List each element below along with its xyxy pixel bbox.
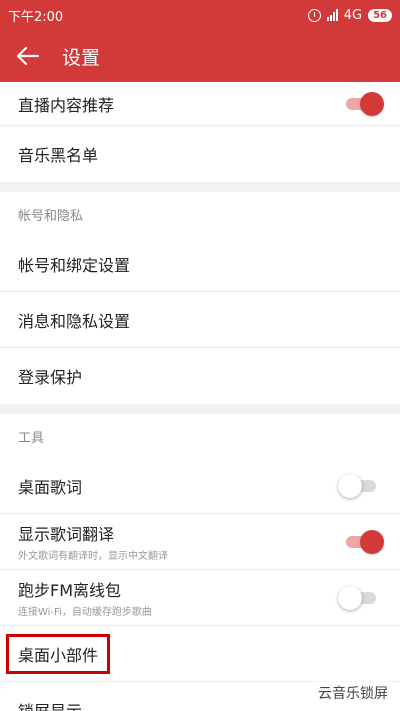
setting-desktop-lyrics[interactable]: 桌面歌词	[0, 458, 400, 514]
page-title: 设置	[62, 46, 101, 69]
back-arrow-icon[interactable]	[0, 30, 56, 82]
app-bar: 设置	[0, 30, 400, 82]
toggle-knob	[338, 585, 362, 610]
setting-lyrics-translation[interactable]: 显示歌词翻译 外文歌词有翻译时，显示中文翻译	[0, 514, 400, 570]
highlight-annotation-box	[6, 634, 110, 674]
desktop-lyrics-toggle[interactable]	[338, 473, 376, 498]
running-fm-toggle[interactable]	[338, 585, 376, 610]
setting-running-fm-offline[interactable]: 跑步FM离线包 连接Wi-Fi，自动缓存跑步歌曲	[0, 570, 400, 626]
setting-account-binding[interactable]: 帐号和绑定设置	[0, 236, 400, 292]
section-header-account: 帐号和隐私	[0, 192, 400, 236]
setting-description: 外文歌词有翻译时，显示中文翻译	[18, 551, 168, 562]
section-header-tools: 工具	[0, 414, 400, 458]
status-icons: 4G 56	[307, 7, 392, 23]
lyrics-translation-toggle[interactable]	[346, 529, 384, 554]
toggle-knob	[360, 91, 384, 116]
battery-icon: 56	[368, 8, 392, 22]
setting-music-blacklist[interactable]: 音乐黑名单	[0, 126, 400, 182]
live-recommendation-toggle[interactable]	[346, 91, 384, 116]
setting-login-protection[interactable]: 登录保护	[0, 348, 400, 404]
setting-label: 直播内容推荐	[18, 95, 115, 115]
section-divider	[0, 182, 400, 192]
setting-label: 音乐黑名单	[18, 146, 99, 165]
setting-label: 帐号和绑定设置	[18, 255, 131, 275]
toggle-knob	[360, 529, 384, 554]
setting-desktop-widget[interactable]: 桌面小部件	[0, 626, 400, 682]
signal-icon	[326, 9, 338, 21]
alarm-clock-icon	[307, 8, 321, 22]
setting-label: 登录保护	[18, 368, 83, 387]
setting-live-recommendation[interactable]: 直播内容推荐	[0, 82, 400, 126]
network-label: 4G	[343, 7, 363, 23]
setting-label: 消息和隐私设置	[18, 311, 131, 331]
setting-label: 显示歌词翻译	[18, 525, 115, 544]
watermark: 云音乐锁屏	[314, 681, 392, 705]
section-divider	[0, 404, 400, 414]
status-bar: 下午2:00 4G 56	[0, 0, 400, 30]
settings-list: 直播内容推荐 音乐黑名单 帐号和隐私 帐号和绑定设置 消息和隐私设置 登录保护 …	[0, 82, 400, 711]
setting-message-privacy[interactable]: 消息和隐私设置	[0, 292, 400, 348]
status-time: 下午2:00	[8, 9, 64, 25]
toggle-knob	[338, 473, 362, 498]
